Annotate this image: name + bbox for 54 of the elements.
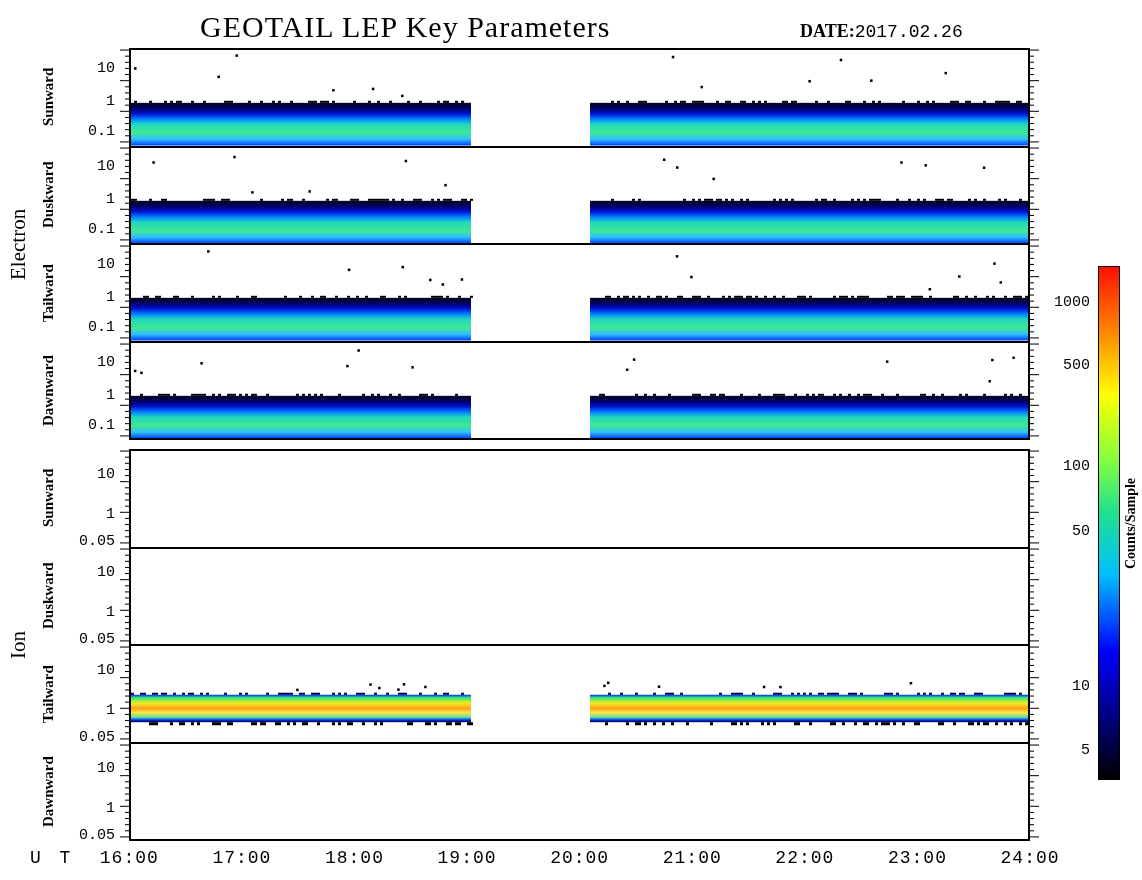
y-tick-label: 1 [106,92,115,110]
y-tick-label: 10 [97,255,115,273]
y-tick-label: 1 [106,701,115,719]
panel-label: Sunward [38,66,57,129]
y-tick-label: 1 [106,386,115,404]
x-tick-label: 19:00 [436,848,498,868]
y-tick-label: 1 [106,190,115,208]
y-tick-label: 10 [97,465,115,483]
x-axis-label: U T [29,848,73,868]
colorbar-label: Counts/Sample [1122,476,1139,571]
y-tick-label: 10 [97,353,115,371]
y-tick-label: 0.1 [88,220,115,238]
x-tick-label: 16:00 [98,848,160,868]
y-tick-label: 10 [97,563,115,581]
y-tick-label: 1 [106,505,115,523]
colorbar-tick-label: 1000 [1054,293,1090,311]
group-label: Electron [4,207,31,282]
y-tick-label: 0.05 [79,826,115,844]
y-tick-label: 1 [106,603,115,621]
panel-label: Dawnward [38,354,57,429]
y-tick-label: 0.05 [79,728,115,746]
y-tick-label: 1 [106,799,115,817]
panel-label: Duskward [38,160,57,231]
panel-label: Dawnward [38,755,57,830]
x-tick-label: 20:00 [549,848,611,868]
y-tick-label: 0.05 [79,532,115,550]
x-tick-label: 18:00 [323,848,385,868]
colorbar-tick-label: 100 [1063,457,1090,475]
figure-title: GEOTAIL LEP Key Parameters [200,10,611,44]
panel-label: Tailward [38,263,57,324]
y-tick-label: 0.1 [88,416,115,434]
x-tick-label: 22:00 [774,848,836,868]
y-tick-label: 1 [106,288,115,306]
y-tick-label: 0.1 [88,122,115,140]
colorbar-tick-label: 500 [1063,356,1090,374]
colorbar-tick-label: 50 [1072,522,1090,540]
panel-label: Sunward [38,467,57,530]
colorbar-tick-label: 5 [1081,741,1090,759]
y-tick-label: 10 [97,157,115,175]
x-tick-label: 21:00 [661,848,723,868]
colorbar-tick-label: 10 [1072,677,1090,695]
y-tick-label: 10 [97,661,115,679]
date-value: 2017.02.26 [854,22,963,42]
y-tick-label: 10 [97,759,115,777]
x-tick-label: 24:00 [999,848,1061,868]
y-tick-label: 0.05 [79,630,115,648]
panel-label: Tailward [38,664,57,725]
panel-label: Duskward [38,561,57,632]
x-tick-label: 23:00 [886,848,948,868]
date-label: DATE: [800,21,855,41]
x-tick-label: 17:00 [211,848,273,868]
y-tick-label: 0.1 [88,318,115,336]
y-tick-label: 10 [97,59,115,77]
group-label: Ion [4,630,31,661]
